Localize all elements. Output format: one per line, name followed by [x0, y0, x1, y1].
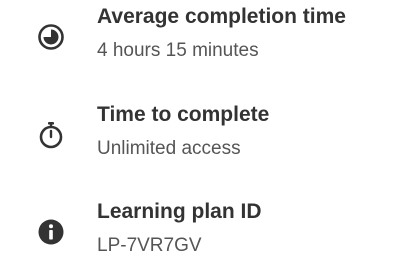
learning-plan-id-value: LP-7VR7GV [97, 235, 202, 256]
learning-plan-id-item: Learning plan ID LP-7VR7GV [0, 198, 409, 259]
learning-plan-details: Average completion time 4 hours 15 minut… [0, 0, 409, 259]
stopwatch-icon [36, 120, 66, 150]
average-completion-time-value: 4 hours 15 minutes [97, 40, 259, 61]
time-to-complete-item: Time to complete Unlimited access [0, 101, 409, 171]
average-completion-time-label: Average completion time [97, 5, 346, 28]
info-icon [36, 217, 66, 247]
time-to-complete-label: Time to complete [97, 103, 270, 126]
average-completion-time-item: Average completion time 4 hours 15 minut… [0, 3, 409, 73]
learning-plan-id-label: Learning plan ID [97, 200, 262, 223]
time-to-complete-value: Unlimited access [97, 138, 241, 159]
clock-pie-icon [36, 22, 66, 52]
